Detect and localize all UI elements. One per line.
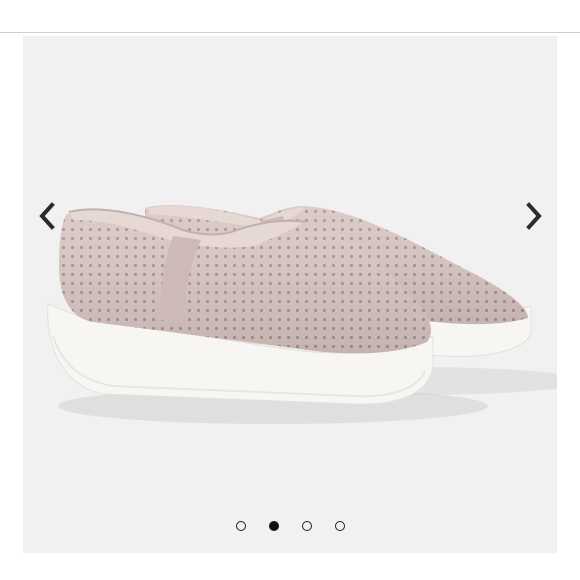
next-image-button[interactable] [516, 196, 552, 236]
previous-image-button[interactable] [29, 196, 65, 236]
top-divider [0, 32, 580, 33]
slide-dot-2[interactable] [268, 521, 279, 531]
slide-dot-4[interactable] [334, 521, 345, 531]
image-gallery [23, 36, 557, 553]
slide-indicator [23, 516, 557, 536]
slide-dot-1[interactable] [235, 521, 246, 531]
chevron-right-icon [526, 202, 542, 230]
chevron-left-icon [39, 202, 55, 230]
slide-dot-3[interactable] [301, 521, 312, 531]
product-image [47, 205, 557, 424]
